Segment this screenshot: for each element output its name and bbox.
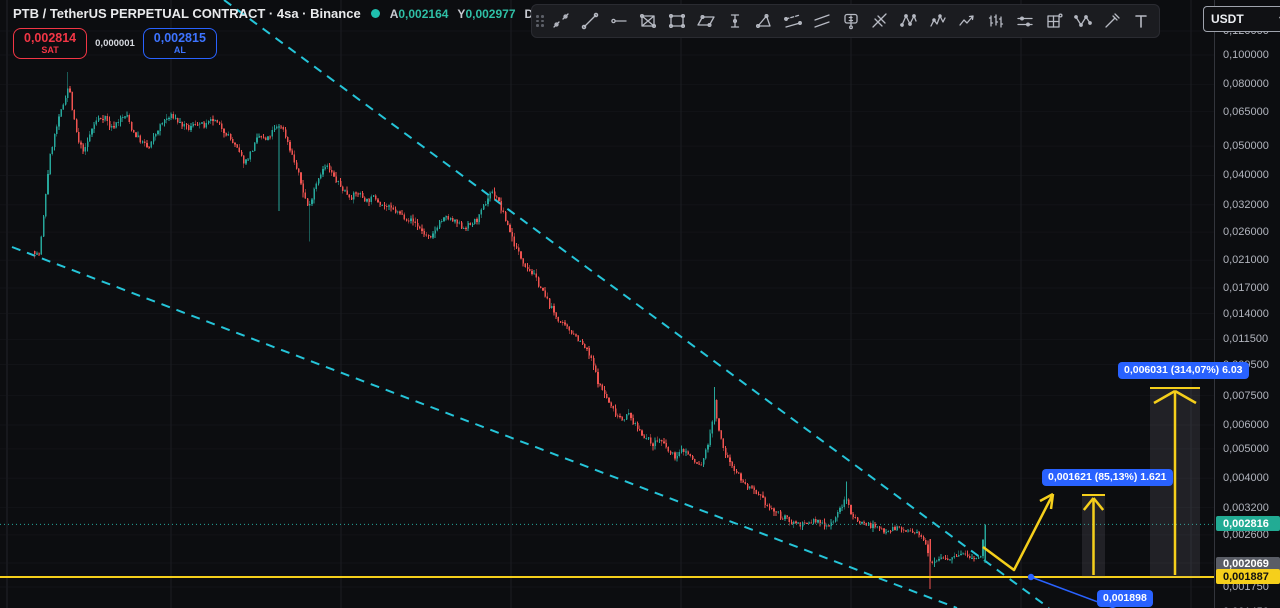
disjoint-channel-tool-button[interactable] bbox=[807, 8, 836, 34]
open-value: 0,002164 bbox=[398, 6, 449, 21]
anchored-grid-tool-button[interactable] bbox=[1039, 8, 1068, 34]
drawing-toolbar bbox=[531, 4, 1160, 38]
price-tick: 0,040000 bbox=[1223, 169, 1269, 182]
horizontal-ray-tool-button[interactable] bbox=[604, 8, 633, 34]
text-tool-icon bbox=[1134, 15, 1147, 28]
spread-value: 0,000001 bbox=[95, 37, 135, 49]
parallel-channel-tool-button[interactable] bbox=[778, 8, 807, 34]
price-label-tool-button[interactable] bbox=[836, 8, 865, 34]
trendline-price-label[interactable]: 0,001898 bbox=[1097, 590, 1153, 607]
price-tick: 0,007500 bbox=[1223, 389, 1269, 402]
trend-segments-tool-button[interactable] bbox=[546, 8, 575, 34]
price-tick: 0,011500 bbox=[1223, 333, 1269, 346]
trend-line-tool-button[interactable] bbox=[575, 8, 604, 34]
support-price-label: 0,001887 bbox=[1216, 569, 1280, 585]
candlestick-chart[interactable] bbox=[0, 0, 1214, 608]
crossed-rectangle-tool-button[interactable] bbox=[633, 8, 662, 34]
parallel-channel-icon bbox=[783, 14, 802, 28]
triangle-tool-button[interactable] bbox=[749, 8, 778, 34]
crossed-rectangle-icon bbox=[639, 13, 656, 29]
xabcd-pattern-tool-button[interactable] bbox=[894, 8, 923, 34]
price-tick: 0,026000 bbox=[1223, 226, 1269, 239]
price-tick: 0,100000 bbox=[1223, 48, 1269, 61]
abcd-pattern-tool-button[interactable] bbox=[1068, 8, 1097, 34]
buy-label: AL bbox=[173, 45, 186, 56]
flat-lines-tool-button[interactable] bbox=[1010, 8, 1039, 34]
toolbar-drag-handle[interactable] bbox=[534, 12, 546, 30]
price-tick: 0,080000 bbox=[1223, 78, 1269, 91]
arrow-pin-tool-button[interactable] bbox=[1097, 8, 1126, 34]
currency-label: USDT bbox=[1211, 12, 1244, 26]
price-tick: 0,021000 bbox=[1223, 254, 1269, 267]
pitchfork-icon bbox=[871, 13, 887, 28]
parallelogram-icon bbox=[696, 14, 715, 28]
price-tick: 0,006000 bbox=[1223, 418, 1269, 431]
market-status-icon bbox=[370, 9, 380, 18]
high-value: 0,002977 bbox=[465, 6, 516, 21]
price-axis[interactable]: 0,1200000,1000000,0800000,0650000,050000… bbox=[1214, 0, 1280, 608]
arrow-pin-icon bbox=[1104, 13, 1120, 28]
sell-button[interactable]: 0,002814 SAT bbox=[13, 28, 88, 59]
rectangle-tool-button[interactable] bbox=[662, 8, 691, 34]
parallelogram-tool-button[interactable] bbox=[691, 8, 720, 34]
sell-label: SAT bbox=[41, 45, 59, 56]
text-tool-tool-button[interactable] bbox=[1126, 8, 1155, 34]
elliott-wave-tool-button[interactable] bbox=[923, 8, 952, 34]
symbol-title[interactable]: PTB / TetherUS PERPETUAL CONTRACT · 4sa … bbox=[13, 6, 361, 21]
measure-small-label[interactable]: 0,001621 (85,13%) 1.621 bbox=[1042, 469, 1173, 486]
price-tick: 0,032000 bbox=[1223, 198, 1269, 211]
price-tick: 0,014000 bbox=[1223, 307, 1269, 320]
price-tick: 0,004000 bbox=[1223, 472, 1269, 485]
xabcd-pattern-icon bbox=[899, 14, 917, 27]
vertical-range-icon bbox=[730, 14, 739, 28]
flat-lines-icon bbox=[1016, 16, 1033, 27]
measure-large-label[interactable]: 0,006031 (314,07%) 6.03 bbox=[1118, 362, 1249, 379]
buy-button[interactable]: 0,002815 AL bbox=[142, 28, 217, 59]
price-label-icon bbox=[843, 13, 858, 30]
buy-price: 0,002815 bbox=[153, 31, 206, 45]
bars-pattern-tool-button[interactable] bbox=[981, 8, 1010, 34]
trend-line-icon bbox=[581, 12, 598, 30]
current-price-label: 0,002816 bbox=[1216, 516, 1280, 532]
price-tick: 0,065000 bbox=[1223, 105, 1269, 118]
disjoint-channel-icon bbox=[813, 14, 830, 28]
bars-pattern-icon bbox=[988, 14, 1003, 28]
price-tick: 0,050000 bbox=[1223, 140, 1269, 153]
price-tick: 0,005000 bbox=[1223, 442, 1269, 455]
triangle-icon bbox=[755, 13, 771, 29]
price-tick: 0,017000 bbox=[1223, 281, 1269, 294]
trend-segments-icon bbox=[552, 13, 569, 28]
vertical-range-tool-button[interactable] bbox=[720, 8, 749, 34]
abcd-pattern-icon bbox=[1073, 15, 1092, 27]
currency-dropdown[interactable]: USDT ▾ bbox=[1203, 6, 1280, 32]
zigzag-arrow-icon bbox=[958, 15, 974, 26]
elliott-wave-icon bbox=[929, 14, 946, 27]
trading-chart-window: PTB / TetherUS PERPETUAL CONTRACT · 4sa … bbox=[0, 0, 1280, 608]
zigzag-arrow-tool-button[interactable] bbox=[952, 8, 981, 34]
sell-price: 0,002814 bbox=[24, 31, 77, 45]
pitchfork-tool-button[interactable] bbox=[865, 8, 894, 34]
anchored-grid-icon bbox=[1046, 13, 1063, 28]
price-tick: 0,003200 bbox=[1223, 501, 1269, 514]
rectangle-icon bbox=[668, 13, 685, 29]
horizontal-ray-icon bbox=[610, 18, 627, 24]
